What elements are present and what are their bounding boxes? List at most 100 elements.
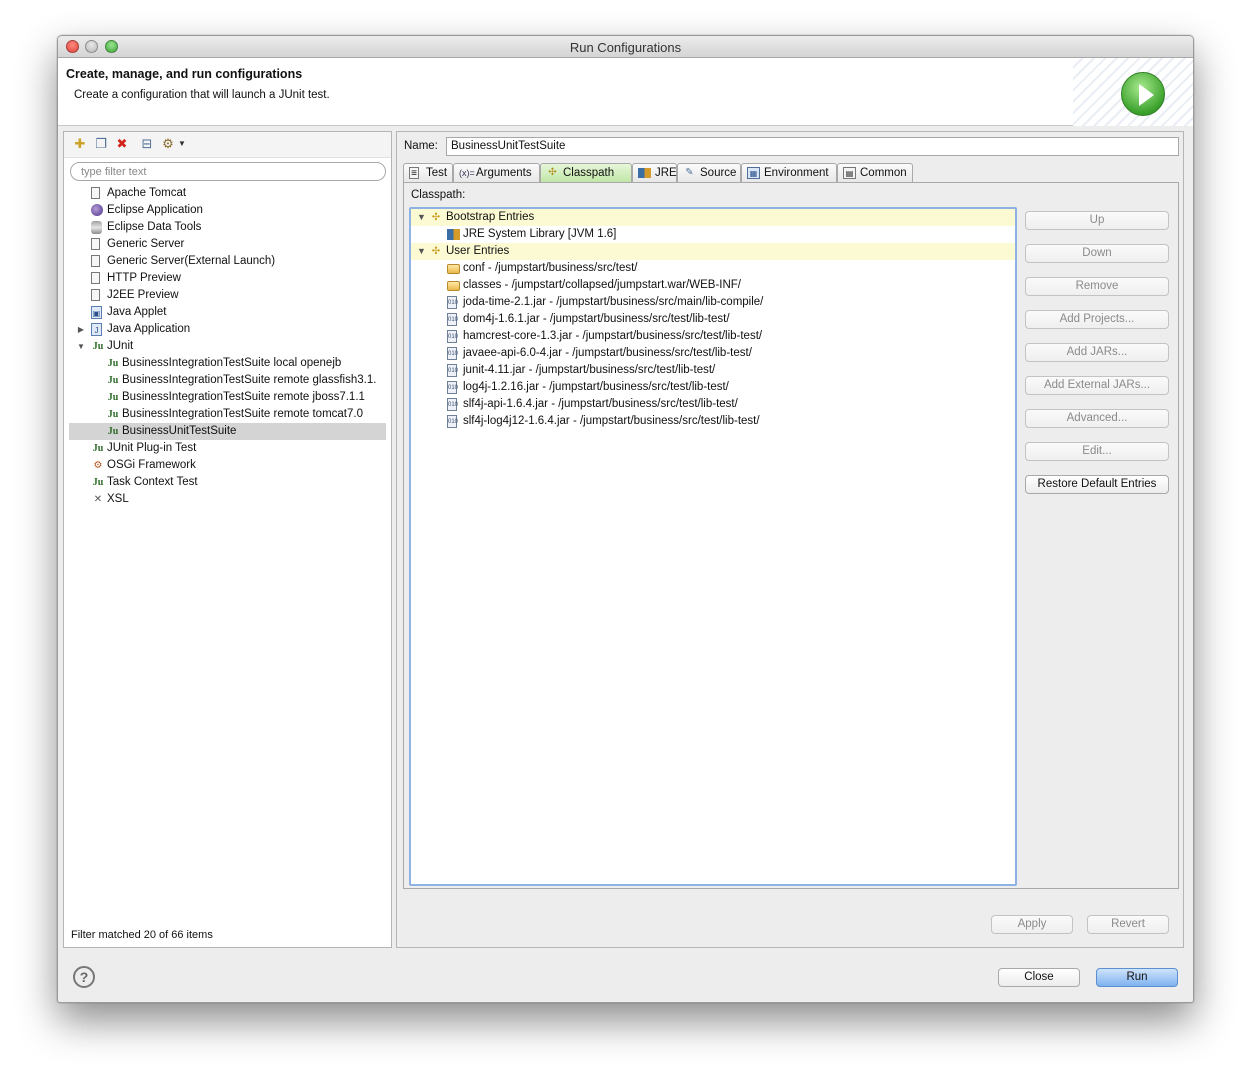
config-tree-item-label: Task Context Test — [107, 476, 198, 488]
config-tree-item[interactable]: ✕ XSL — [64, 491, 391, 508]
junit-icon: Ju — [107, 358, 119, 369]
filter-input[interactable] — [70, 162, 386, 181]
config-tree-item-label: BusinessIntegrationTestSuite local opene… — [122, 357, 342, 369]
jar-icon: 010 — [447, 313, 458, 326]
duplicate-icon[interactable]: ❐ — [93, 136, 109, 152]
add-projects-button[interactable]: Add Projects... — [1025, 310, 1169, 329]
config-tree-item-label: Eclipse Application — [107, 204, 203, 216]
restore-default-entries-button[interactable]: Restore Default Entries — [1025, 475, 1169, 494]
filter-dropdown-chevron-icon[interactable]: ▼ — [174, 136, 190, 152]
classpath-entry[interactable]: 010 slf4j-api-1.6.4.jar - /jumpstart/busi… — [411, 396, 1015, 413]
tab-classpath[interactable]: ✣ Classpath — [540, 163, 632, 183]
tab-environment[interactable]: ▦ Environment — [741, 163, 837, 183]
config-tree-item[interactable]: HTTP Preview — [64, 270, 391, 287]
expanded-arrow-icon[interactable]: ▼ — [417, 243, 426, 260]
config-tree-item-label: OSGi Framework — [107, 459, 196, 471]
classpath-entry[interactable]: 010 hamcrest-core-1.3.jar - /jumpstart/bu… — [411, 328, 1015, 345]
config-tree-item[interactable]: Ju BusinessIntegrationTestSuite remote jb… — [64, 389, 391, 406]
new-config-icon[interactable]: ✚ — [72, 136, 88, 152]
classpath-entry[interactable]: 010 javaee-api-6.0-4.jar - /jumpstart/bus… — [411, 345, 1015, 362]
config-tree-item-label: Java Applet — [107, 306, 167, 318]
config-tree-item[interactable]: Ju Task Context Test — [64, 474, 391, 491]
jar-icon: 010 — [447, 364, 458, 377]
classpath-entry[interactable]: 010 joda-time-2.1.jar - /jumpstart/busine… — [411, 294, 1015, 311]
tab-common[interactable]: ▤ Common — [837, 163, 913, 183]
classpath-entry-label: dom4j-1.6.1.jar - /jumpstart/business/sr… — [463, 313, 730, 325]
classpath-entry-label: Bootstrap Entries — [446, 211, 535, 223]
help-icon[interactable]: ? — [73, 966, 95, 988]
config-tree-item-label: BusinessIntegrationTestSuite remote jbos… — [122, 391, 365, 403]
classpath-entry-label: slf4j-api-1.6.4.jar - /jumpstart/busines… — [463, 398, 738, 410]
classpath-entry[interactable]: 010 dom4j-1.6.1.jar - /jumpstart/business… — [411, 311, 1015, 328]
jar-icon: 010 — [447, 415, 458, 428]
launch-config-icon — [91, 187, 100, 199]
tab-classpath-label: Classpath — [563, 167, 615, 179]
config-tree-item[interactable]: Ju JUnit Plug-in Test — [64, 440, 391, 457]
config-tree-item[interactable]: ▣ Java Applet — [64, 304, 391, 321]
revert-button[interactable]: Revert — [1087, 915, 1169, 934]
classpath-entry[interactable]: 010 log4j-1.2.16.jar - /jumpstart/busines… — [411, 379, 1015, 396]
down-button[interactable]: Down — [1025, 244, 1169, 263]
config-tree-item-label: Eclipse Data Tools — [107, 221, 202, 233]
config-tree-item-label: JUnit Plug-in Test — [107, 442, 197, 454]
run-banner-icon — [1121, 72, 1165, 116]
tab-test[interactable]: ≡ Test — [403, 163, 453, 183]
apply-button[interactable]: Apply — [991, 915, 1073, 934]
classpath-tree[interactable]: ▼ ✣ Bootstrap Entries JRE System Library [J… — [409, 207, 1017, 886]
add-jars-button[interactable]: Add JARs... — [1025, 343, 1169, 362]
junit-icon: Ju — [107, 426, 119, 437]
classpath-entry-label: slf4j-log4j12-1.6.4.jar - /jumpstart/bus… — [463, 415, 760, 427]
name-field[interactable]: BusinessUnitTestSuite — [446, 137, 1179, 156]
launch-config-icon — [91, 272, 100, 284]
configurations-toolbar: ✚ ❐ ✖ ⊟ ⚙ ▼ — [64, 132, 391, 158]
configuration-editor: Name: BusinessUnitTestSuite ≡ Test (x)= … — [396, 131, 1184, 948]
junit-icon: Ju — [92, 477, 104, 488]
config-tree-item[interactable]: Eclipse Application — [64, 202, 391, 219]
config-tree-item[interactable]: Generic Server — [64, 236, 391, 253]
config-tree-item-label: J2EE Preview — [107, 289, 179, 301]
config-tree-item[interactable]: Eclipse Data Tools — [64, 219, 391, 236]
classpath-group[interactable]: ▼ ✣ Bootstrap Entries — [411, 209, 1015, 226]
dialog-header: Create, manage, and run configurations C… — [58, 58, 1193, 126]
configurations-tree: Apache Tomcat Eclipse Application Eclipse … — [64, 185, 391, 508]
jar-icon: 010 — [447, 296, 458, 309]
classpath-entry[interactable]: JRE System Library [JVM 1.6] — [411, 226, 1015, 243]
config-tree-item[interactable]: ▼ Ju JUnit — [64, 338, 391, 355]
classpath-entry[interactable]: classes - /jumpstart/collapsed/jumpstart… — [411, 277, 1015, 294]
remove-button[interactable]: Remove — [1025, 277, 1169, 296]
library-icon — [447, 229, 460, 240]
config-tree-item[interactable]: Ju BusinessIntegrationTestSuite local ope… — [64, 355, 391, 372]
collapse-all-icon[interactable]: ⊟ — [139, 136, 155, 152]
classpath-group[interactable]: ▼ ✣ User Entries — [411, 243, 1015, 260]
config-tree-item[interactable]: Generic Server(External Launch) — [64, 253, 391, 270]
tab-jre[interactable]: JRE — [632, 163, 677, 183]
config-tree-item[interactable]: Ju BusinessIntegrationTestSuite remote to… — [64, 406, 391, 423]
classpath-entry[interactable]: conf - /jumpstart/business/src/test/ — [411, 260, 1015, 277]
config-tree-item[interactable]: Ju BusinessIntegrationTestSuite remote gl… — [64, 372, 391, 389]
classpath-label: Classpath: — [411, 189, 466, 201]
add-external-jars-button[interactable]: Add External JARs... — [1025, 376, 1169, 395]
advanced-button[interactable]: Advanced... — [1025, 409, 1169, 428]
expanded-arrow-icon[interactable]: ▼ — [417, 209, 426, 226]
collapsed-arrow-icon[interactable]: ▶ — [76, 321, 86, 338]
config-tree-item[interactable]: Ju BusinessUnitTestSuite — [69, 423, 386, 440]
config-tree-item[interactable]: Apache Tomcat — [64, 185, 391, 202]
config-tree-item[interactable]: J2EE Preview — [64, 287, 391, 304]
test-tab-icon: ≡ — [409, 167, 419, 179]
classpath-entry[interactable]: 010 slf4j-log4j12-1.6.4.jar - /jumpstart/… — [411, 413, 1015, 430]
run-button[interactable]: Run — [1096, 968, 1178, 987]
classpath-entry[interactable]: 010 junit-4.11.jar - /jumpstart/business/… — [411, 362, 1015, 379]
config-tree-item[interactable]: ⚙ OSGi Framework — [64, 457, 391, 474]
edit-button[interactable]: Edit... — [1025, 442, 1169, 461]
close-button[interactable]: Close — [998, 968, 1080, 987]
tab-source[interactable]: ✎ Source — [677, 163, 741, 183]
tab-arguments[interactable]: (x)= Arguments — [453, 163, 540, 183]
up-button[interactable]: Up — [1025, 211, 1169, 230]
delete-icon[interactable]: ✖ — [114, 136, 130, 152]
config-tree-item[interactable]: ▶ J Java Application — [64, 321, 391, 338]
expanded-arrow-icon[interactable]: ▼ — [76, 338, 86, 355]
jre-tab-icon — [638, 168, 651, 178]
junit-icon: Ju — [92, 341, 104, 352]
jar-icon: 010 — [447, 347, 458, 360]
config-tree-item-label: BusinessUnitTestSuite — [122, 425, 237, 437]
